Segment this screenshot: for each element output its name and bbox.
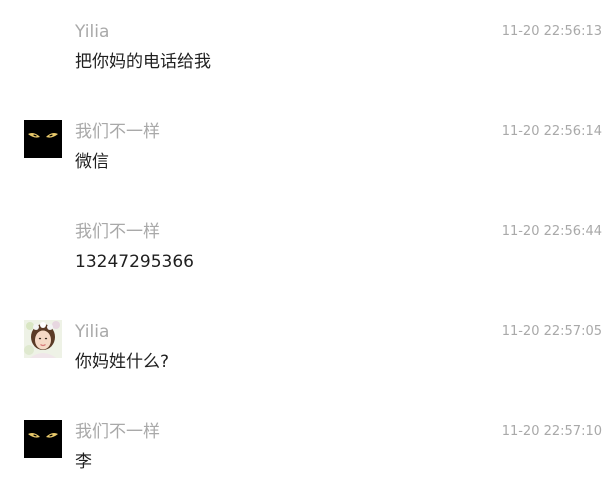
sender-name: 我们不一样 — [75, 422, 160, 442]
message-text: 李 — [75, 452, 92, 472]
message-text: 13247295366 — [75, 252, 194, 272]
message-timestamp: 11-20 22:57:10 — [501, 424, 602, 439]
chat-message: Yilia 11-20 22:56:13 把你妈的电话给我 — [0, 10, 609, 90]
sender-name: Yilia — [75, 322, 110, 342]
message-text: 把你妈的电话给我 — [75, 52, 211, 72]
girl-photo-avatar[interactable] — [24, 320, 62, 358]
chat-message: 我们不一样 11-20 22:56:14 微信 — [0, 110, 609, 190]
sender-name: Yilia — [75, 22, 110, 42]
chat-message: Yilia 11-20 22:57:05 你妈姓什么? — [0, 310, 609, 390]
message-timestamp: 11-20 22:56:44 — [501, 224, 602, 239]
message-text: 微信 — [75, 152, 109, 172]
message-timestamp: 11-20 22:56:13 — [501, 24, 602, 39]
sender-name: 我们不一样 — [75, 222, 160, 242]
black-cat-eyes-icon — [24, 120, 62, 158]
message-timestamp: 11-20 22:56:14 — [501, 124, 602, 139]
black-cat-eyes-avatar[interactable] — [24, 420, 62, 458]
black-cat-eyes-icon — [24, 420, 62, 458]
chat-message: 我们不一样 11-20 22:57:10 李 — [0, 410, 609, 490]
sender-name: 我们不一样 — [75, 122, 160, 142]
black-cat-eyes-avatar[interactable] — [24, 120, 62, 158]
message-text: 你妈姓什么? — [75, 352, 170, 372]
message-timestamp: 11-20 22:57:05 — [501, 324, 602, 339]
chat-message: 我们不一样 11-20 22:56:44 13247295366 — [0, 210, 609, 290]
girl-photo-icon — [24, 320, 62, 358]
